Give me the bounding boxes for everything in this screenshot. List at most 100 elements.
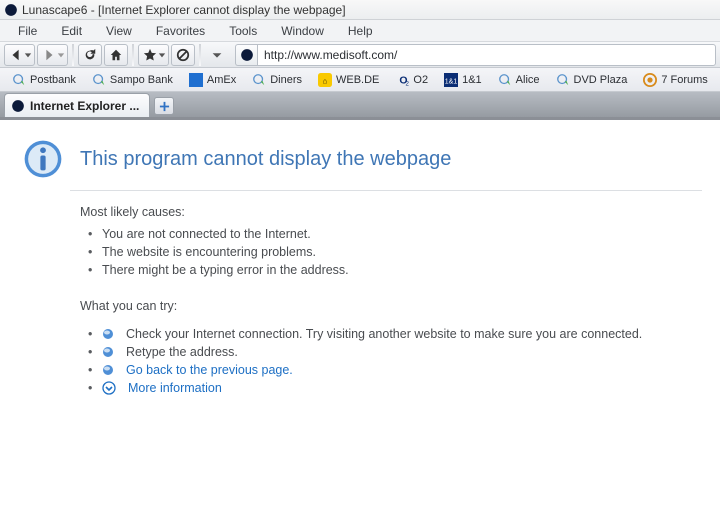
globe-icon (252, 73, 266, 87)
causes-label: Most likely causes: (80, 205, 702, 219)
bookmark-amex[interactable]: AmEx (183, 71, 242, 89)
try-list: Check your Internet connection. Try visi… (80, 325, 702, 397)
error-heading: This program cannot display the webpage (80, 148, 451, 171)
bookmark-diners[interactable]: Diners (246, 71, 308, 89)
separator (199, 44, 201, 66)
tab-bar: Internet Explorer ... (0, 92, 720, 120)
amex-icon (189, 73, 203, 87)
bookmark-label: Alice (516, 74, 540, 86)
o2-icon: O2 (395, 73, 409, 87)
reload-button[interactable] (78, 44, 102, 66)
oneandone-icon: 1&1 (444, 73, 458, 87)
globe-icon (556, 73, 570, 87)
menu-help[interactable]: Help (338, 22, 383, 40)
globe-icon (498, 73, 512, 87)
back-button[interactable] (4, 44, 35, 66)
tab-active[interactable]: Internet Explorer ... (4, 93, 150, 117)
back-dropdown-icon[interactable] (23, 51, 33, 59)
tab-label: Internet Explorer ... (30, 99, 139, 113)
more-info-link[interactable]: More information (128, 381, 222, 395)
separator (72, 44, 74, 66)
app-icon (4, 3, 18, 17)
window-title: Lunascape6 - [Internet Explorer cannot d… (22, 3, 346, 17)
bullet-icon (102, 364, 114, 376)
sevenforums-icon (643, 73, 657, 87)
bullet-icon (102, 346, 114, 358)
svg-text:2: 2 (406, 80, 410, 87)
try-text: Retype the address. (126, 345, 238, 359)
bookmark-o2[interactable]: O2 O2 (389, 71, 434, 89)
bullet-icon (102, 328, 114, 340)
bookmark-label: 7 Forums (661, 74, 707, 86)
site-icon (235, 44, 257, 66)
menu-view[interactable]: View (96, 22, 142, 40)
tab-icon (11, 99, 25, 113)
address-bar-group (235, 44, 716, 66)
error-body: Most likely causes: You are not connecte… (80, 205, 702, 397)
back-icon (9, 48, 23, 62)
forward-icon (42, 48, 56, 62)
menu-edit[interactable]: Edit (51, 22, 92, 40)
try-item: Go back to the previous page. (102, 361, 702, 379)
try-text: Check your Internet connection. Try visi… (126, 327, 642, 341)
bookmark-label: O2 (413, 74, 428, 86)
bookmark-postbank[interactable]: Postbank (6, 71, 82, 89)
reload-icon (83, 48, 97, 62)
svg-text:1&1: 1&1 (445, 78, 458, 85)
new-tab-button[interactable] (154, 97, 174, 115)
page-content: This program cannot display the webpage … (0, 120, 720, 429)
list-item: The website is encountering problems. (102, 243, 702, 261)
globe-icon (92, 73, 106, 87)
toolbar-dropdown[interactable] (205, 44, 229, 66)
causes-list: You are not connected to the Internet. T… (80, 225, 702, 279)
address-input[interactable] (257, 44, 716, 66)
bookmark-label: AmEx (207, 74, 236, 86)
svg-text:⌂: ⌂ (323, 76, 328, 85)
menu-favorites[interactable]: Favorites (146, 22, 215, 40)
try-label: What you can try: (80, 299, 702, 313)
menu-file[interactable]: File (8, 22, 47, 40)
lunascape-icon (240, 48, 254, 62)
info-large-icon (22, 138, 64, 180)
bookmark-7forums[interactable]: 7 Forums (637, 71, 713, 89)
star-icon (143, 48, 157, 62)
home-button[interactable] (104, 44, 128, 66)
try-item: Check your Internet connection. Try visi… (102, 325, 702, 343)
menu-bar: File Edit View Favorites Tools Window He… (0, 20, 720, 42)
chevron-down-icon (210, 48, 224, 62)
divider (70, 190, 702, 191)
bookmark-1and1[interactable]: 1&1 1&1 (438, 71, 488, 89)
favorites-button[interactable] (138, 44, 169, 66)
toolbar (0, 42, 720, 68)
forward-button[interactable] (37, 44, 68, 66)
more-info-row[interactable]: More information (102, 379, 702, 397)
menu-window[interactable]: Window (271, 22, 334, 40)
error-header: This program cannot display the webpage (22, 138, 702, 180)
list-item: There might be a typing error in the add… (102, 261, 702, 279)
title-bar: Lunascape6 - [Internet Explorer cannot d… (0, 0, 720, 20)
globe-icon (12, 73, 26, 87)
bookmark-alice[interactable]: Alice (492, 71, 546, 89)
home-icon (109, 48, 123, 62)
bookmark-label: DVD Plaza (574, 74, 628, 86)
separator (132, 44, 134, 66)
webde-icon: ⌂ (318, 73, 332, 87)
bookmark-label: 1&1 (462, 74, 482, 86)
bookmark-label: WEB.DE (336, 74, 379, 86)
bookmark-label: Diners (270, 74, 302, 86)
forward-dropdown-icon[interactable] (56, 51, 66, 59)
favorites-dropdown-icon[interactable] (157, 51, 167, 59)
menu-tools[interactable]: Tools (219, 22, 267, 40)
expand-icon (102, 381, 116, 395)
list-item: You are not connected to the Internet. (102, 225, 702, 243)
bookmark-sampo[interactable]: Sampo Bank (86, 71, 179, 89)
bookmarks-bar: Postbank Sampo Bank AmEx Diners ⌂WEB.DE … (0, 68, 720, 92)
bookmark-label: Postbank (30, 74, 76, 86)
bookmark-webde[interactable]: ⌂ WEB.DE (312, 71, 385, 89)
bookmark-dvdplaza[interactable]: DVD Plaza (550, 71, 634, 89)
try-item: Retype the address. (102, 343, 702, 361)
plus-icon (159, 101, 170, 112)
stop-button[interactable] (171, 44, 195, 66)
bookmark-label: Sampo Bank (110, 74, 173, 86)
go-back-link[interactable]: Go back to the previous page. (126, 363, 293, 377)
